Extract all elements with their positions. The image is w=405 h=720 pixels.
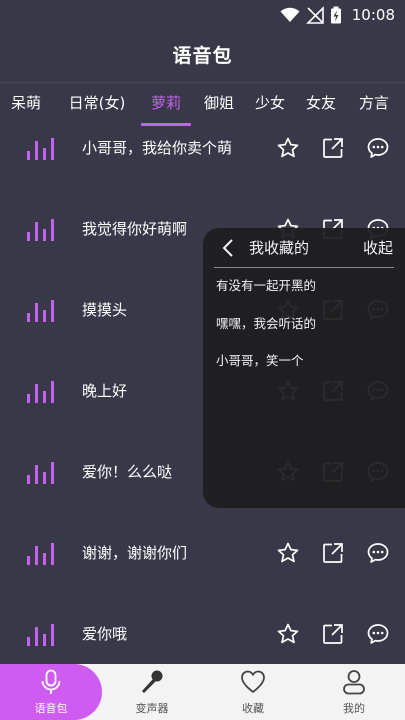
back-chevron-icon[interactable] [221, 238, 235, 258]
voice-item[interactable]: 小哥哥，我给你卖个萌 [0, 128, 405, 168]
tab-fangyan[interactable]: 方言 [359, 83, 389, 127]
soundwave-icon [27, 300, 54, 322]
favorite-item[interactable]: 嘿嘿，我会听话的 [216, 309, 316, 339]
soundwave-icon [27, 381, 54, 403]
soundwave-icon [27, 462, 54, 484]
tab-daimeng[interactable]: 呆萌 [11, 83, 41, 127]
user-icon [343, 670, 365, 695]
karaoke-mic-icon [142, 670, 163, 693]
heart-icon [241, 670, 265, 693]
bottom-nav: 语音包 变声器 收藏 我的 [0, 664, 405, 720]
nav-voice-changer[interactable]: 变声器 [112, 664, 192, 720]
share-icon[interactable] [321, 541, 345, 565]
favorite-item[interactable]: 小哥哥，笑一个 [216, 346, 304, 376]
nav-favorites[interactable]: 收藏 [213, 664, 293, 720]
soundwave-icon [27, 543, 54, 565]
comment-icon[interactable] [366, 541, 390, 565]
no-signal-icon [305, 6, 324, 24]
tab-yujie[interactable]: 御姐 [204, 83, 234, 127]
soundwave-icon [27, 138, 54, 160]
voice-item-label: 爱你！么么哒 [82, 463, 173, 481]
status-bar: 10:08 [0, 0, 405, 30]
tab-luoli[interactable]: 萝莉 [151, 83, 181, 127]
nav-label: 收藏 [242, 702, 264, 715]
nav-label: 变声器 [135, 702, 169, 715]
tab-nvyou[interactable]: 女友 [306, 83, 336, 127]
favorites-title: 我收藏的 [249, 239, 310, 257]
voice-item-label: 摸摸头 [82, 301, 128, 319]
wifi-icon [280, 7, 300, 22]
comment-icon[interactable] [366, 622, 390, 646]
soundwave-icon [27, 219, 54, 241]
tab-richang-nv[interactable]: 日常(女) [69, 83, 126, 127]
nav-label: 我的 [343, 702, 365, 715]
soundwave-icon [27, 624, 54, 646]
microphone-icon [41, 669, 61, 694]
nav-label: 语音包 [34, 702, 68, 715]
favorite-item[interactable]: 有没有一起开黑的 [216, 271, 316, 301]
battery-charging-icon [330, 6, 341, 24]
favorites-divider [214, 267, 394, 268]
star-icon[interactable] [276, 541, 300, 565]
nav-profile[interactable]: 我的 [314, 664, 394, 720]
comment-icon[interactable] [366, 136, 390, 160]
voice-item-label: 小哥哥，我给你卖个萌 [82, 139, 233, 157]
nav-voice-pack[interactable]: 语音包 [11, 664, 91, 720]
collapse-button[interactable]: 收起 [363, 228, 393, 268]
voice-item[interactable]: 谢谢，谢谢你们 [0, 533, 405, 573]
category-tabs: 呆萌 日常(女) 萝莉 御姐 少女 女友 方言 [0, 82, 405, 126]
page-title: 语音包 [172, 44, 233, 67]
tab-shaonv[interactable]: 少女 [255, 83, 285, 127]
star-icon[interactable] [276, 622, 300, 646]
voice-item-label: 我觉得你好萌啊 [82, 220, 188, 238]
voice-item-label: 谢谢，谢谢你们 [82, 544, 188, 562]
favorites-header: 我收藏的 收起 [203, 228, 405, 268]
favorites-panel: 我收藏的 收起 有没有一起开黑的 嘿嘿，我会听话的 小哥哥，笑一个 [203, 228, 405, 508]
share-icon[interactable] [321, 136, 345, 160]
status-time: 10:08 [351, 6, 395, 24]
app-header: 语音包 [0, 30, 405, 78]
star-icon[interactable] [276, 136, 300, 160]
voice-item-label: 晚上好 [82, 382, 128, 400]
voice-item[interactable]: 爱你哦 [0, 614, 405, 654]
voice-item-label: 爱你哦 [82, 625, 128, 643]
share-icon[interactable] [321, 622, 345, 646]
